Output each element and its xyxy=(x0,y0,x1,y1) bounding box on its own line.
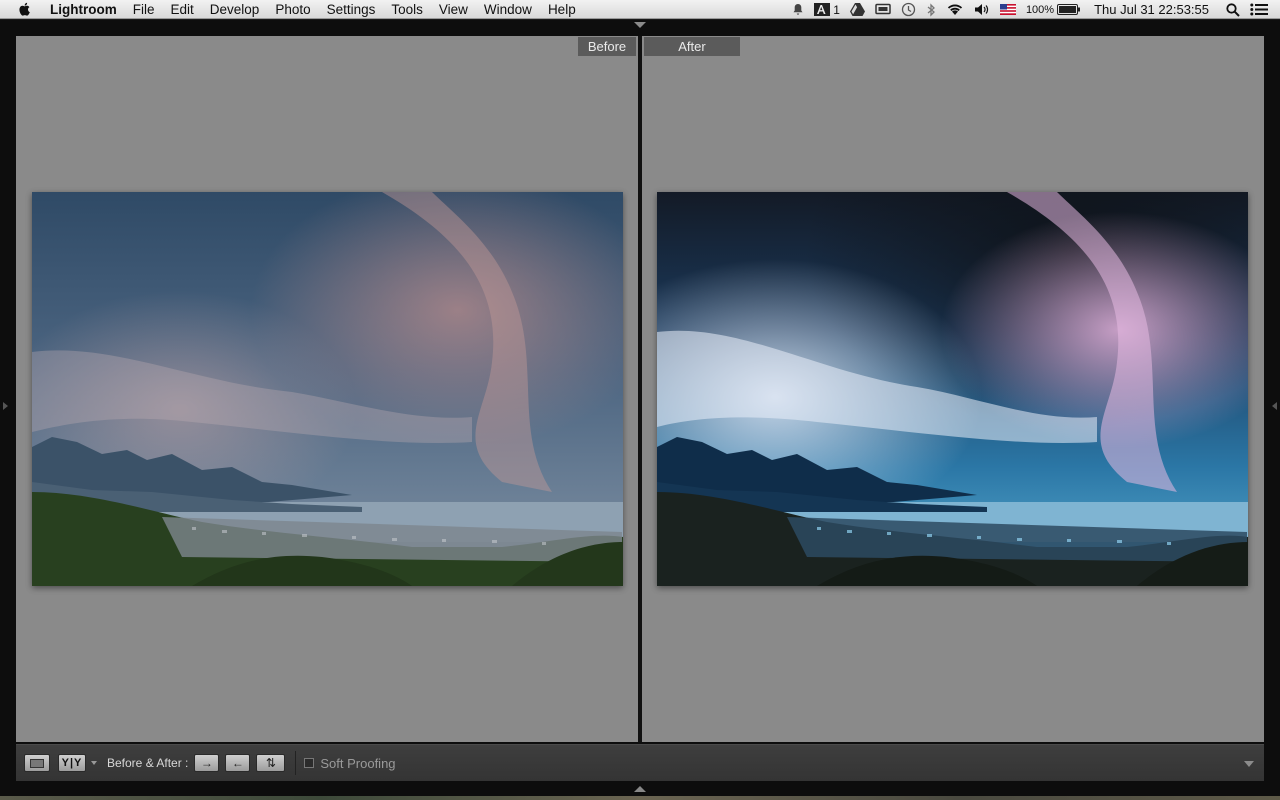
top-panel-toggle[interactable] xyxy=(634,22,646,28)
battery-percent: 100% xyxy=(1025,3,1055,16)
time-machine-icon[interactable] xyxy=(896,0,921,19)
volume-icon[interactable] xyxy=(969,0,995,19)
menu-develop[interactable]: Develop xyxy=(202,0,268,19)
soft-proofing-checkbox[interactable] xyxy=(304,758,315,768)
left-panel-toggle[interactable] xyxy=(3,402,8,410)
menu-bar: Lightroom File Edit Develop Photo Settin… xyxy=(0,0,1280,19)
display-icon[interactable] xyxy=(870,0,896,19)
bottom-panel-toggle[interactable] xyxy=(634,786,646,792)
menu-view[interactable]: View xyxy=(431,0,476,19)
menu-window[interactable]: Window xyxy=(476,0,540,19)
us-flag-icon[interactable] xyxy=(995,0,1021,19)
toolbar-content-menu-icon[interactable] xyxy=(1244,761,1254,767)
loupe-view-button[interactable] xyxy=(24,754,50,772)
copy-after-to-before-button[interactable]: ← xyxy=(225,754,251,772)
right-panel-toggle[interactable] xyxy=(1272,402,1277,410)
after-label: After xyxy=(644,37,740,56)
menu-tools[interactable]: Tools xyxy=(383,0,431,19)
list-icon[interactable] xyxy=(1245,0,1280,19)
menu-edit[interactable]: Edit xyxy=(163,0,202,19)
menu-help[interactable]: Help xyxy=(540,0,584,19)
adobe-count: 1 xyxy=(833,2,840,17)
loupe-icon xyxy=(30,758,44,768)
battery-icon xyxy=(1057,4,1081,15)
after-photo[interactable] xyxy=(657,192,1248,586)
view-mode-dropdown-icon[interactable] xyxy=(91,761,97,765)
before-after-label: Before & After : xyxy=(107,756,189,770)
menu-photo[interactable]: Photo xyxy=(267,0,318,19)
adobe-icon[interactable]: 1 xyxy=(809,0,845,19)
clock[interactable]: Thu Jul 31 22:53:55 xyxy=(1086,0,1221,19)
bell-icon[interactable] xyxy=(787,0,809,19)
before-after-view-button[interactable]: Y|Y xyxy=(58,754,86,772)
google-drive-icon[interactable] xyxy=(845,0,870,19)
develop-toolbar: Y|Y Before & After : → ← ⇅ Soft Proofing xyxy=(16,744,1264,781)
menu-file[interactable]: File xyxy=(125,0,163,19)
toolbar-divider xyxy=(295,751,297,775)
after-pane: After xyxy=(642,36,1264,742)
before-photo[interactable] xyxy=(32,192,623,586)
menu-extras: 1 100% Thu Jul 31 22:53:55 xyxy=(787,0,1280,19)
soft-proofing-label[interactable]: Soft Proofing xyxy=(320,756,395,771)
apple-icon[interactable] xyxy=(17,1,33,17)
search-icon[interactable] xyxy=(1221,0,1245,19)
swap-before-after-button[interactable]: ⇅ xyxy=(256,754,286,772)
before-pane: Before xyxy=(16,36,638,742)
copy-before-to-after-button[interactable]: → xyxy=(194,754,220,772)
bluetooth-icon[interactable] xyxy=(921,0,941,19)
menu-app-name[interactable]: Lightroom xyxy=(44,0,125,19)
wifi-icon[interactable] xyxy=(941,0,969,19)
menu-settings[interactable]: Settings xyxy=(319,0,384,19)
before-label: Before xyxy=(578,37,636,56)
desktop-background xyxy=(0,796,1280,800)
battery-status[interactable]: 100% xyxy=(1021,0,1086,19)
